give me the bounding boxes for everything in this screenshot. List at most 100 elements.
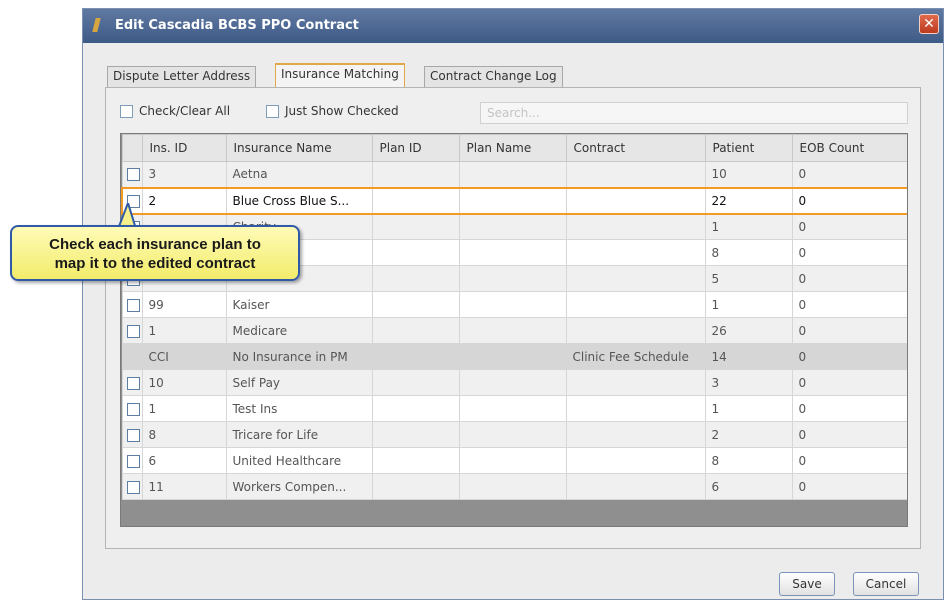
plan-name-cell: [458, 265, 567, 292]
check-clear-all-checkbox[interactable]: [120, 105, 133, 118]
eob-count-cell: 0: [791, 291, 907, 318]
ins-id-cell: CCI: [141, 343, 227, 370]
insurance-name-cell: Medicare: [225, 317, 373, 344]
tab-dispute-letter-address[interactable]: Dispute Letter Address: [107, 66, 257, 87]
insurance-name-cell: Aetna: [225, 161, 373, 188]
check-clear-all-label: Check/Clear All: [139, 104, 231, 118]
insurance-name-cell: Blue Cross Blue S...: [225, 186, 373, 215]
insurance-name-cell: Tricare for Life: [225, 421, 373, 448]
eob-count-cell: 0: [791, 265, 907, 292]
plan-id-cell: [371, 265, 460, 292]
patient-cell: 6: [704, 473, 793, 500]
ins-id-cell: 6: [141, 447, 227, 474]
check-clear-all[interactable]: Check/Clear All: [120, 104, 230, 118]
ins-id-cell: 3: [141, 161, 227, 188]
col-eob-count[interactable]: EOB Count: [791, 134, 907, 162]
contract-cell: [565, 291, 706, 318]
col-plan-id[interactable]: Plan ID: [371, 134, 460, 162]
row-checkbox[interactable]: [126, 298, 140, 312]
plan-id-cell: [371, 369, 460, 396]
row-checkbox[interactable]: [126, 376, 140, 390]
col-ins-id[interactable]: Ins. ID: [141, 134, 227, 162]
just-show-checked[interactable]: Just Show Checked: [266, 104, 399, 118]
row-checkbox[interactable]: [126, 480, 140, 494]
save-button[interactable]: Save: [779, 572, 835, 596]
eob-count-cell: 0: [791, 186, 907, 215]
search-input[interactable]: Search...: [480, 102, 908, 124]
table-row[interactable]: 8 Tricare for Life 2 0: [121, 421, 907, 448]
patient-cell: 10: [704, 161, 793, 188]
table-row[interactable]: 1 Test Ins 1 0: [121, 395, 907, 422]
table-row[interactable]: 10 Self Pay 3 0: [121, 369, 907, 396]
row-checkbox[interactable]: [126, 454, 140, 468]
patient-cell: 8: [704, 239, 793, 266]
plan-name-cell: [458, 473, 567, 500]
plan-name-cell: [458, 369, 567, 396]
table-row[interactable]: 1 Medicare 26 0: [121, 317, 907, 344]
col-insurance-name[interactable]: Insurance Name: [225, 134, 373, 162]
row-checkbox[interactable]: [126, 324, 140, 338]
eob-count-cell: 0: [791, 161, 907, 188]
plan-name-cell: [458, 213, 567, 240]
table-row[interactable]: 2 Blue Cross Blue S... 22 0: [121, 186, 907, 215]
plan-id-cell: [371, 447, 460, 474]
patient-cell: 8: [704, 447, 793, 474]
row-checkbox[interactable]: [126, 402, 140, 416]
close-button[interactable]: ✕: [919, 14, 939, 34]
eob-count-cell: 0: [791, 447, 907, 474]
plan-name-cell: [458, 395, 567, 422]
callout-line-2: map it to the edited contract: [54, 255, 256, 272]
table-header: Ins. ID Insurance Name Plan ID Plan Name…: [121, 134, 907, 162]
title-bar: Edit Cascadia BCBS PPO Contract ✕: [83, 9, 943, 43]
row-checkbox-cell: [121, 369, 143, 396]
just-show-checked-label: Just Show Checked: [285, 104, 399, 118]
table-row[interactable]: 11 Workers Compen... 6 0: [121, 473, 907, 500]
table-row[interactable]: CCI No Insurance in PM Clinic Fee Schedule…: [121, 343, 907, 370]
plan-id-cell: [371, 395, 460, 422]
table-row[interactable]: 99 Kaiser 1 0: [121, 291, 907, 318]
row-checkbox[interactable]: [126, 428, 140, 442]
row-checkbox-cell: [121, 395, 143, 422]
edit-contract-dialog: Edit Cascadia BCBS PPO Contract ✕ Disput…: [82, 8, 944, 600]
dialog-title: Edit Cascadia BCBS PPO Contract: [115, 18, 359, 33]
cancel-button[interactable]: Cancel: [853, 572, 919, 596]
patient-cell: 14: [704, 343, 793, 370]
plan-id-cell: [371, 473, 460, 500]
row-checkbox-cell: [121, 343, 143, 370]
eob-count-cell: 0: [791, 421, 907, 448]
plan-id-cell: [371, 213, 460, 240]
eob-count-cell: 0: [791, 343, 907, 370]
just-show-checked-checkbox[interactable]: [266, 105, 279, 118]
plan-name-cell: [458, 186, 567, 215]
col-patient[interactable]: Patient: [704, 134, 793, 162]
col-checkbox: [121, 134, 143, 162]
insurance-name-cell: Self Pay: [225, 369, 373, 396]
col-contract[interactable]: Contract: [565, 134, 706, 162]
insurance-name-cell: Test Ins: [225, 395, 373, 422]
plan-name-cell: [458, 421, 567, 448]
eob-count-cell: 0: [791, 395, 907, 422]
insurance-matching-panel: Check/Clear All Just Show Checked Search…: [105, 87, 921, 549]
insurance-name-cell: United Healthcare: [225, 447, 373, 474]
callout-line-1: Check each insurance plan to: [49, 236, 261, 253]
eob-count-cell: 0: [791, 473, 907, 500]
row-checkbox-cell: [121, 473, 143, 500]
patient-cell: 3: [704, 369, 793, 396]
insurance-name-cell: No Insurance in PM: [225, 343, 373, 370]
plan-name-cell: [458, 343, 567, 370]
instruction-callout: Check each insurance plan to map it to t…: [10, 225, 300, 281]
contract-cell: [565, 473, 706, 500]
tab-contract-change-log[interactable]: Contract Change Log: [424, 66, 563, 87]
tab-insurance-matching[interactable]: Insurance Matching: [275, 63, 405, 87]
table-row[interactable]: 6 United Healthcare 8 0: [121, 447, 907, 474]
table-row[interactable]: 3 Aetna 10 0: [121, 161, 907, 188]
eob-count-cell: 0: [791, 369, 907, 396]
contract-cell: [565, 395, 706, 422]
row-checkbox[interactable]: [126, 168, 140, 182]
col-plan-name[interactable]: Plan Name: [458, 134, 567, 162]
contract-cell: [565, 369, 706, 396]
patient-cell: 2: [704, 421, 793, 448]
contract-cell: [565, 421, 706, 448]
insurance-table: Ins. ID Insurance Name Plan ID Plan Name…: [120, 133, 908, 527]
plan-id-cell: [371, 161, 460, 188]
